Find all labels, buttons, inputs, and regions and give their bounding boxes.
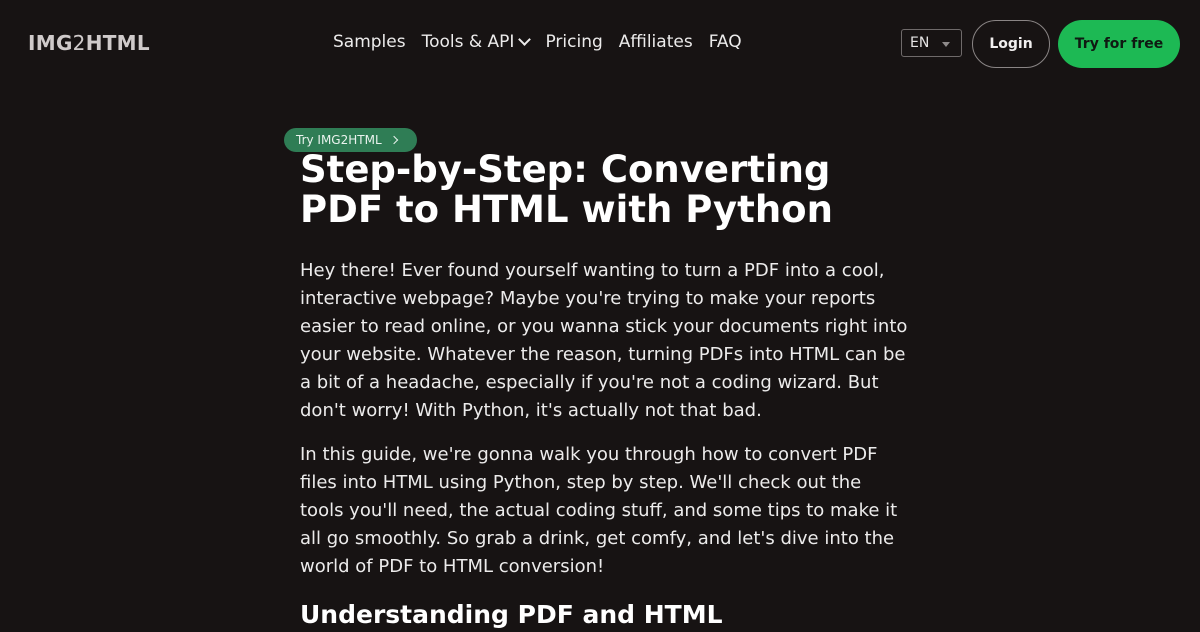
article-paragraph-1: Hey there! Ever found yourself wanting t… [300, 260, 908, 421]
article-content: Step-by-Step: Converting PDF to HTML wit… [300, 150, 910, 632]
nav-faq[interactable]: FAQ [709, 32, 742, 52]
article-title: Step-by-Step: Converting PDF to HTML wit… [300, 148, 833, 231]
main-nav: Samples Tools & API Pricing Affiliates F… [333, 32, 742, 52]
language-select[interactable]: EN [901, 29, 962, 57]
badge-label: Try IMG2HTML [296, 133, 382, 147]
chevron-down-icon [518, 33, 532, 46]
language-value: EN [910, 35, 930, 51]
section-heading: Understanding PDF and HTML [300, 600, 723, 629]
logo-text-html: HTML [85, 31, 150, 55]
chevron-right-icon [389, 135, 398, 145]
login-button[interactable]: Login [972, 20, 1050, 68]
nav-affiliates[interactable]: Affiliates [619, 32, 693, 52]
nav-faq-label: FAQ [708, 32, 742, 52]
site-header: IMG2HTML Samples Tools & API Pricing Aff… [0, 0, 1200, 88]
nav-pricing-label: Pricing [545, 32, 603, 52]
logo[interactable]: IMG2HTML [28, 31, 150, 55]
nav-tools-api[interactable]: Tools & API [421, 32, 532, 52]
nav-samples-label: Samples [333, 32, 406, 52]
nav-tools-api-label: Tools & API [421, 32, 515, 52]
logo-text-img: IMG [28, 31, 73, 55]
caret-down-icon [942, 42, 950, 47]
nav-affiliates-label: Affiliates [618, 32, 693, 52]
nav-samples[interactable]: Samples [333, 32, 406, 52]
article-paragraph-2: In this guide, we're gonna walk you thro… [300, 444, 898, 577]
nav-pricing[interactable]: Pricing [545, 32, 602, 52]
logo-text-two: 2 [72, 31, 86, 55]
try-for-free-button[interactable]: Try for free [1058, 20, 1180, 68]
